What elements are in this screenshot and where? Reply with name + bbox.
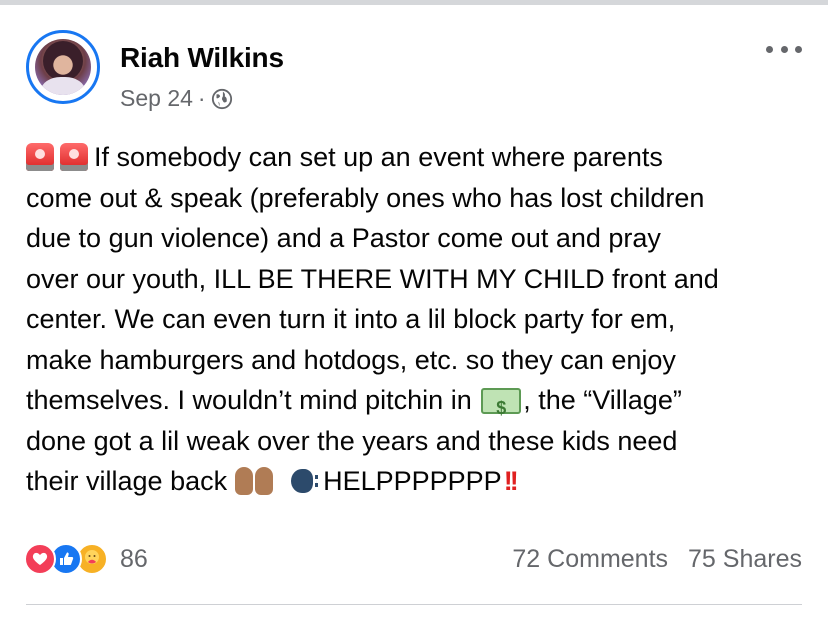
post-text-line: center. We can even turn it into a lil b… bbox=[26, 304, 676, 334]
post-text-line: their village back bbox=[26, 466, 228, 496]
avatar-body bbox=[41, 77, 85, 95]
post-body: If somebody can set up an event where pa… bbox=[26, 137, 816, 502]
post-text-line: make hamburgers and hotdogs, etc. so the… bbox=[26, 344, 676, 375]
post-text-line: come out & speak (preferably ones who ha… bbox=[26, 182, 705, 213]
author-avatar[interactable] bbox=[26, 30, 100, 104]
double-exclamation-emoji: !! bbox=[503, 466, 519, 496]
speaking-head-emoji bbox=[291, 467, 323, 495]
post-meta: Sep 24 · bbox=[120, 85, 233, 112]
post-text-line: If somebody can set up an event where pa… bbox=[94, 142, 663, 172]
engagement-counts: 72 Comments 75 Shares bbox=[512, 545, 802, 574]
post-text-line: done got a lil weak over the years and t… bbox=[26, 425, 678, 456]
raising-hands-emoji bbox=[235, 467, 275, 495]
globe-icon[interactable] bbox=[211, 88, 233, 110]
police-light-emoji bbox=[26, 143, 54, 171]
post-text-line: HELPPPPPPP bbox=[323, 466, 502, 496]
post-text-line: over our youth, ILL BE THERE WITH MY CHI… bbox=[26, 263, 719, 294]
post-text-line: themselves. I wouldn’t mind pitchin in bbox=[26, 385, 472, 415]
meta-separator: · bbox=[197, 85, 206, 111]
reactions-summary[interactable]: 86 bbox=[24, 543, 148, 575]
post-text-line: due to gun violence) and a Pastor come o… bbox=[26, 223, 661, 253]
more-options-icon[interactable] bbox=[766, 43, 802, 55]
footer-divider bbox=[26, 604, 802, 605]
author-name[interactable]: Riah Wilkins bbox=[120, 42, 284, 74]
avatar-photo bbox=[35, 39, 91, 95]
money-emoji bbox=[481, 388, 522, 429]
post-card: Riah Wilkins Sep 24 · If somebody can se… bbox=[0, 5, 828, 619]
reaction-count: 86 bbox=[120, 544, 148, 573]
love-icon bbox=[24, 543, 56, 575]
post-text-line: , the “Village” bbox=[523, 385, 682, 415]
comments-count[interactable]: 72 Comments bbox=[512, 545, 668, 574]
shares-count[interactable]: 75 Shares bbox=[688, 545, 802, 574]
avatar-head bbox=[43, 41, 83, 81]
police-light-emoji bbox=[60, 143, 88, 171]
post-date[interactable]: Sep 24 bbox=[120, 85, 193, 112]
